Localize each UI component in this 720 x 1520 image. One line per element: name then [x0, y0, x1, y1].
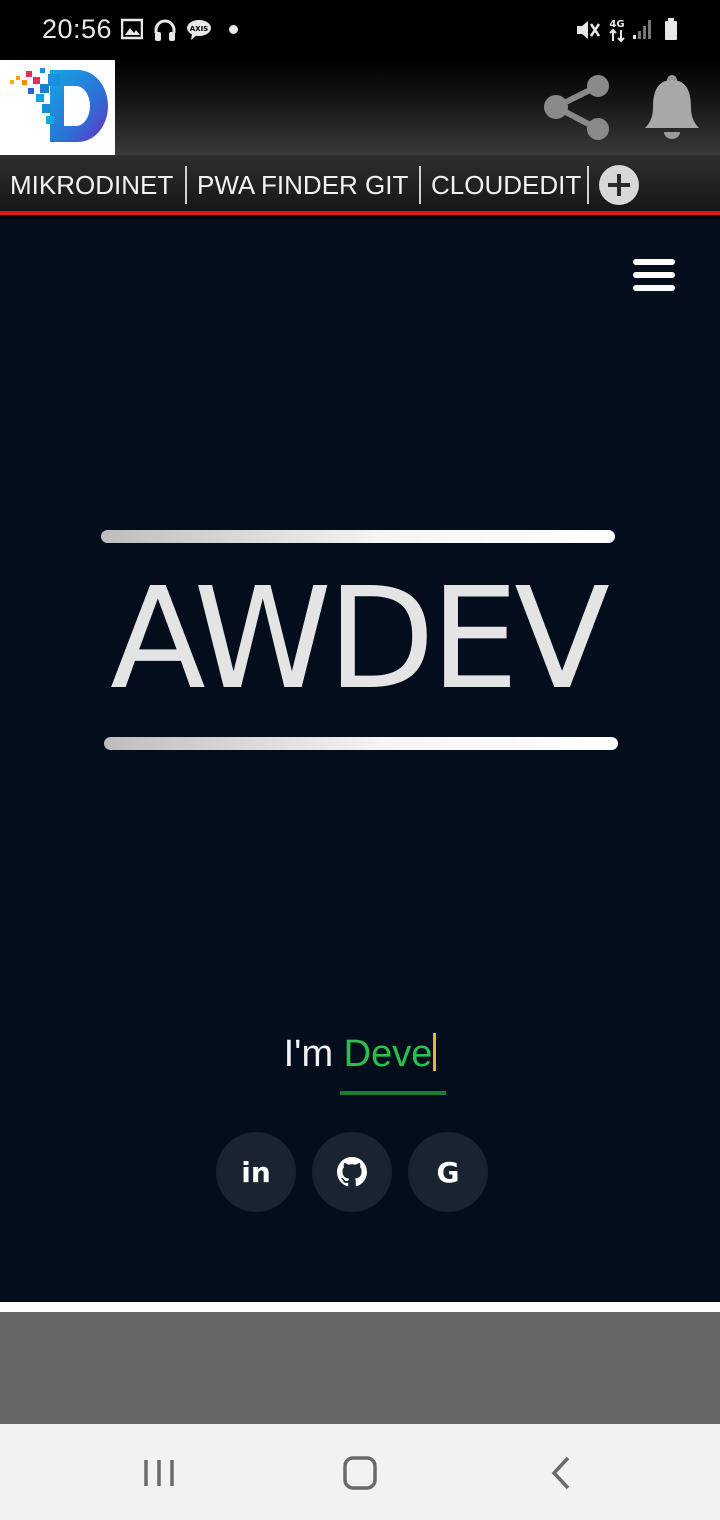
- signal-icon: [633, 20, 651, 39]
- share-icon: [544, 75, 609, 140]
- github-icon: [337, 1157, 367, 1187]
- add-tab-button[interactable]: [599, 165, 639, 205]
- axis-icon: AXIS: [187, 20, 211, 40]
- plus-icon: [608, 174, 630, 196]
- page-divider: [0, 1302, 720, 1312]
- battery-icon: [665, 18, 677, 40]
- svg-text:AWDEV: AWDEV: [110, 569, 610, 694]
- home-button[interactable]: [335, 1448, 385, 1498]
- status-bar: 20:56 AXIS 4G: [0, 0, 720, 60]
- tab-divider: [185, 166, 187, 204]
- system-nav-bar: [0, 1424, 720, 1520]
- svg-text:4G: 4G: [609, 19, 624, 30]
- tab-mikrodinet[interactable]: MIKRODINET: [10, 155, 173, 211]
- tagline-underline: [340, 1091, 446, 1095]
- tagline-typed-word: Deve: [343, 1033, 433, 1075]
- github-button[interactable]: [312, 1132, 392, 1212]
- notification-dot: [229, 25, 238, 34]
- recents-icon: [144, 1460, 174, 1486]
- image-icon: [121, 18, 143, 40]
- d-logo-icon: [10, 68, 108, 142]
- share-button[interactable]: [540, 70, 614, 144]
- back-button[interactable]: [536, 1448, 586, 1498]
- mute-icon: [577, 21, 601, 39]
- tab-divider: [587, 166, 589, 204]
- hamburger-menu-button[interactable]: [631, 257, 677, 293]
- recent-apps-button[interactable]: [134, 1448, 184, 1498]
- bell-icon: [645, 75, 699, 139]
- tagline-prefix: I'm: [283, 1033, 334, 1075]
- brand-logo-text: AWDEV: [110, 569, 610, 694]
- linkedin-button[interactable]: in: [216, 1132, 296, 1212]
- back-icon: [551, 1456, 570, 1490]
- app-logo[interactable]: [0, 60, 115, 155]
- tab-pwa-finder-git[interactable]: PWA FINDER GIT: [197, 155, 408, 211]
- google-icon: G: [436, 1155, 460, 1189]
- app-header: [0, 60, 720, 155]
- tab-cloudedit[interactable]: CLOUDEDIT: [431, 155, 581, 211]
- svg-text:AXIS: AXIS: [190, 25, 208, 33]
- tab-bar: MIKRODINET PWA FINDER GIT CLOUDEDIT: [0, 155, 720, 215]
- linkedin-icon: in: [241, 1155, 271, 1189]
- headphones-icon: [154, 19, 176, 41]
- lower-section: [0, 1312, 720, 1424]
- typing-tagline: I'm Deve: [0, 1033, 720, 1076]
- hero-section: AWDEV I'm Deve in G: [0, 219, 720, 1302]
- status-time: 20:56: [42, 14, 113, 44]
- tab-divider: [419, 166, 421, 204]
- menu-icon: [633, 259, 675, 265]
- typing-caret: [433, 1033, 437, 1071]
- home-icon: [343, 1456, 377, 1490]
- brand-bottom-line: [104, 737, 618, 750]
- notifications-button[interactable]: [640, 72, 704, 142]
- google-button[interactable]: G: [408, 1132, 488, 1212]
- 4g-icon: 4G: [609, 19, 625, 43]
- brand-top-line: [101, 530, 615, 543]
